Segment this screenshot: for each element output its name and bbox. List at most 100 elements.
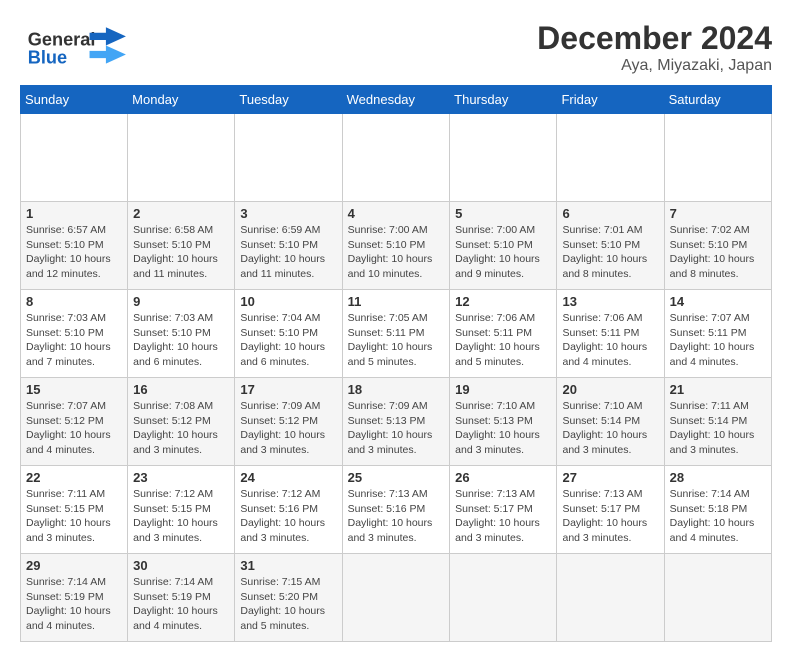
sunset-label: Sunset: 5:15 PM: [26, 503, 104, 515]
sunset-label: Sunset: 5:10 PM: [670, 239, 748, 251]
day-number: 6: [562, 206, 658, 221]
sunrise-label: Sunrise: 7:10 AM: [562, 400, 642, 412]
day-number: 24: [240, 470, 336, 485]
daylight-label: Daylight: 10 hours and 3 minutes.: [133, 517, 218, 544]
sunrise-label: Sunrise: 7:10 AM: [455, 400, 535, 412]
sunset-label: Sunset: 5:10 PM: [26, 327, 104, 339]
sunset-label: Sunset: 5:16 PM: [348, 503, 426, 515]
day-info: Sunrise: 6:58 AM Sunset: 5:10 PM Dayligh…: [133, 223, 229, 282]
day-number: 14: [670, 294, 766, 309]
sunrise-label: Sunrise: 7:11 AM: [670, 400, 749, 412]
day-number: 16: [133, 382, 229, 397]
day-info: Sunrise: 7:10 AM Sunset: 5:14 PM Dayligh…: [562, 399, 658, 458]
sunrise-label: Sunrise: 7:03 AM: [133, 312, 213, 324]
sunrise-label: Sunrise: 7:08 AM: [133, 400, 213, 412]
daylight-label: Daylight: 10 hours and 3 minutes.: [26, 517, 111, 544]
sunset-label: Sunset: 5:13 PM: [455, 415, 533, 427]
sunset-label: Sunset: 5:10 PM: [455, 239, 533, 251]
calendar-cell: 22 Sunrise: 7:11 AM Sunset: 5:15 PM Dayl…: [21, 466, 128, 554]
day-number: 17: [240, 382, 336, 397]
daylight-label: Daylight: 10 hours and 5 minutes.: [455, 341, 540, 368]
day-info: Sunrise: 7:14 AM Sunset: 5:19 PM Dayligh…: [133, 575, 229, 634]
day-number: 4: [348, 206, 445, 221]
sunrise-label: Sunrise: 7:01 AM: [562, 224, 642, 236]
calendar-cell: 6 Sunrise: 7:01 AM Sunset: 5:10 PM Dayli…: [557, 202, 664, 290]
sunset-label: Sunset: 5:19 PM: [133, 591, 211, 603]
calendar-cell: [21, 114, 128, 202]
sunset-label: Sunset: 5:10 PM: [133, 239, 211, 251]
week-row-0: [21, 114, 772, 202]
week-row-3: 15 Sunrise: 7:07 AM Sunset: 5:12 PM Dayl…: [21, 378, 772, 466]
day-info: Sunrise: 7:15 AM Sunset: 5:20 PM Dayligh…: [240, 575, 336, 634]
col-sunday: Sunday: [21, 86, 128, 114]
daylight-label: Daylight: 10 hours and 11 minutes.: [240, 253, 325, 280]
day-info: Sunrise: 7:11 AM Sunset: 5:15 PM Dayligh…: [26, 487, 122, 546]
day-info: Sunrise: 7:06 AM Sunset: 5:11 PM Dayligh…: [455, 311, 551, 370]
day-info: Sunrise: 6:57 AM Sunset: 5:10 PM Dayligh…: [26, 223, 122, 282]
daylight-label: Daylight: 10 hours and 4 minutes.: [26, 429, 111, 456]
location: Aya, Miyazaki, Japan: [537, 57, 772, 75]
day-info: Sunrise: 6:59 AM Sunset: 5:10 PM Dayligh…: [240, 223, 336, 282]
sunrise-label: Sunrise: 7:11 AM: [26, 488, 105, 500]
sunset-label: Sunset: 5:20 PM: [240, 591, 318, 603]
sunset-label: Sunset: 5:13 PM: [348, 415, 426, 427]
day-info: Sunrise: 7:12 AM Sunset: 5:16 PM Dayligh…: [240, 487, 336, 546]
calendar-cell: 12 Sunrise: 7:06 AM Sunset: 5:11 PM Dayl…: [450, 290, 557, 378]
calendar-cell: 20 Sunrise: 7:10 AM Sunset: 5:14 PM Dayl…: [557, 378, 664, 466]
calendar-cell: 28 Sunrise: 7:14 AM Sunset: 5:18 PM Dayl…: [664, 466, 771, 554]
week-row-1: 1 Sunrise: 6:57 AM Sunset: 5:10 PM Dayli…: [21, 202, 772, 290]
day-number: 27: [562, 470, 658, 485]
day-number: 26: [455, 470, 551, 485]
page-header: General Blue December 2024 Aya, Miyazaki…: [20, 20, 772, 75]
sunset-label: Sunset: 5:10 PM: [562, 239, 640, 251]
sunrise-label: Sunrise: 6:59 AM: [240, 224, 320, 236]
sunset-label: Sunset: 5:10 PM: [240, 327, 318, 339]
calendar-cell: 26 Sunrise: 7:13 AM Sunset: 5:17 PM Dayl…: [450, 466, 557, 554]
col-tuesday: Tuesday: [235, 86, 342, 114]
calendar-cell: 1 Sunrise: 6:57 AM Sunset: 5:10 PM Dayli…: [21, 202, 128, 290]
day-number: 18: [348, 382, 445, 397]
sunset-label: Sunset: 5:15 PM: [133, 503, 211, 515]
day-number: 29: [26, 558, 122, 573]
day-info: Sunrise: 7:13 AM Sunset: 5:16 PM Dayligh…: [348, 487, 445, 546]
sunrise-label: Sunrise: 7:14 AM: [670, 488, 750, 500]
calendar-cell: 11 Sunrise: 7:05 AM Sunset: 5:11 PM Dayl…: [342, 290, 450, 378]
calendar-cell: [342, 554, 450, 642]
day-info: Sunrise: 7:12 AM Sunset: 5:15 PM Dayligh…: [133, 487, 229, 546]
col-saturday: Saturday: [664, 86, 771, 114]
calendar-cell: 27 Sunrise: 7:13 AM Sunset: 5:17 PM Dayl…: [557, 466, 664, 554]
sunset-label: Sunset: 5:16 PM: [240, 503, 318, 515]
day-info: Sunrise: 7:09 AM Sunset: 5:12 PM Dayligh…: [240, 399, 336, 458]
day-info: Sunrise: 7:00 AM Sunset: 5:10 PM Dayligh…: [455, 223, 551, 282]
sunset-label: Sunset: 5:19 PM: [26, 591, 104, 603]
sunset-label: Sunset: 5:10 PM: [26, 239, 104, 251]
sunset-label: Sunset: 5:10 PM: [240, 239, 318, 251]
day-number: 13: [562, 294, 658, 309]
sunrise-label: Sunrise: 6:58 AM: [133, 224, 213, 236]
day-number: 11: [348, 294, 445, 309]
calendar-cell: [450, 114, 557, 202]
daylight-label: Daylight: 10 hours and 3 minutes.: [348, 517, 433, 544]
calendar-cell: 5 Sunrise: 7:00 AM Sunset: 5:10 PM Dayli…: [450, 202, 557, 290]
calendar-cell: 9 Sunrise: 7:03 AM Sunset: 5:10 PM Dayli…: [128, 290, 235, 378]
calendar-cell: 8 Sunrise: 7:03 AM Sunset: 5:10 PM Dayli…: [21, 290, 128, 378]
sunrise-label: Sunrise: 7:13 AM: [348, 488, 428, 500]
sunrise-label: Sunrise: 7:00 AM: [348, 224, 428, 236]
daylight-label: Daylight: 10 hours and 8 minutes.: [562, 253, 647, 280]
calendar-table: Sunday Monday Tuesday Wednesday Thursday…: [20, 85, 772, 642]
sunrise-label: Sunrise: 7:02 AM: [670, 224, 750, 236]
sunrise-label: Sunrise: 7:15 AM: [240, 576, 320, 588]
sunrise-label: Sunrise: 7:14 AM: [133, 576, 213, 588]
calendar-cell: 13 Sunrise: 7:06 AM Sunset: 5:11 PM Dayl…: [557, 290, 664, 378]
sunset-label: Sunset: 5:12 PM: [240, 415, 318, 427]
daylight-label: Daylight: 10 hours and 11 minutes.: [133, 253, 218, 280]
sunset-label: Sunset: 5:11 PM: [348, 327, 425, 339]
day-info: Sunrise: 7:09 AM Sunset: 5:13 PM Dayligh…: [348, 399, 445, 458]
daylight-label: Daylight: 10 hours and 3 minutes.: [562, 517, 647, 544]
day-number: 1: [26, 206, 122, 221]
calendar-cell: [128, 114, 235, 202]
col-monday: Monday: [128, 86, 235, 114]
sunset-label: Sunset: 5:17 PM: [562, 503, 640, 515]
calendar-cell: 30 Sunrise: 7:14 AM Sunset: 5:19 PM Dayl…: [128, 554, 235, 642]
daylight-label: Daylight: 10 hours and 7 minutes.: [26, 341, 111, 368]
